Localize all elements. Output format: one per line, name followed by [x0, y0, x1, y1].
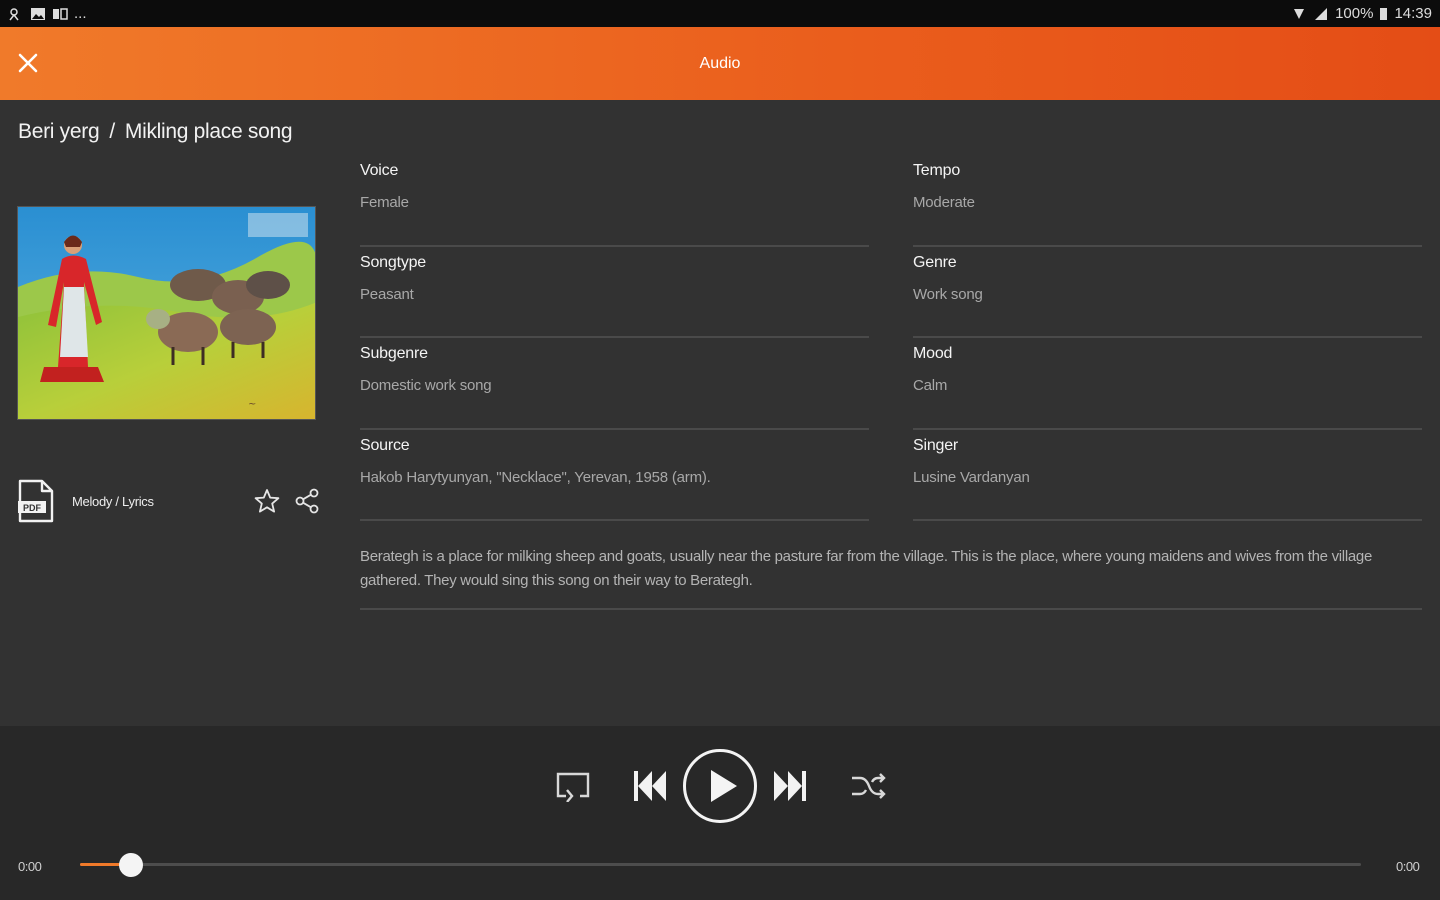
song-details: Voice Female Tempo Moderate Songtype Pea… [360, 155, 1422, 610]
progress-slider[interactable] [80, 853, 1361, 877]
breadcrumb-parent[interactable]: Beri yerg [18, 120, 100, 144]
status-overflow: ... [74, 5, 87, 22]
share-icon[interactable] [294, 488, 320, 514]
detail-singer: Singer Lusine Vardanyan [913, 430, 1422, 521]
melody-lyrics-label[interactable]: Melody / Lyrics [72, 494, 254, 509]
detail-source: Source Hakob Harytyunyan, "Necklace", Ye… [360, 430, 869, 521]
wifi-icon [1294, 8, 1305, 19]
signal-icon [1315, 7, 1328, 20]
app-bar: Audio [0, 27, 1440, 100]
app-icon [53, 7, 68, 20]
detail-value: Moderate [913, 194, 975, 211]
detail-value: Domestic work song [360, 377, 492, 394]
app-bar-title: Audio [699, 54, 741, 72]
album-artwork: ~ [17, 206, 316, 420]
star-icon[interactable] [254, 488, 280, 514]
total-duration: 0:00 [1396, 859, 1420, 874]
detail-value: Lusine Vardanyan [913, 468, 1030, 486]
detail-songtype: Songtype Peasant [360, 247, 869, 338]
shuffle-icon[interactable] [850, 772, 888, 800]
status-time: 14:39 [1394, 5, 1432, 22]
battery-percent: 100% [1335, 5, 1374, 22]
artwork-painting: ~ [18, 207, 315, 419]
breadcrumb-separator: / [109, 120, 115, 143]
pdf-icon[interactable]: PDF [16, 479, 56, 523]
detail-value: Calm [913, 377, 948, 394]
breadcrumb-current: Mikling place song [124, 120, 293, 143]
status-right: 100% 14:39 [1291, 5, 1432, 22]
detail-genre: Genre Work song [913, 247, 1422, 338]
song-description: Berategh is a place for milking sheep an… [360, 545, 1422, 610]
elapsed-time: 0:00 [18, 859, 42, 874]
next-track-icon[interactable] [772, 768, 808, 804]
detail-tempo: Tempo Moderate [913, 155, 1422, 247]
detail-value: Peasant [360, 285, 414, 303]
details-grid: Voice Female Tempo Moderate Songtype Pea… [360, 155, 1422, 521]
detail-key: Source [360, 436, 410, 454]
detail-subgenre: Subgenre Domestic work song [360, 338, 869, 430]
pdf-icon-text: PDF [23, 503, 42, 513]
progress-thumb[interactable] [119, 853, 144, 877]
play-button[interactable] [682, 748, 758, 824]
detail-value: Work song [913, 285, 983, 303]
previous-track-icon[interactable] [632, 768, 668, 804]
status-bar: ... 100% 14:39 [0, 0, 1440, 27]
detail-key: Songtype [360, 253, 427, 271]
play-icon [711, 770, 737, 802]
detail-value: Hakob Harytyunyan, "Necklace", Yerevan, … [360, 468, 711, 486]
artwork-signature: ~ [248, 399, 256, 410]
melody-lyrics-row: PDF Melody / Lyrics [16, 478, 320, 524]
status-left: ... [8, 5, 87, 22]
detail-key: Subgenre [360, 345, 428, 362]
breadcrumb: Beri yerg / Mikling place song [18, 120, 293, 144]
detail-key: Tempo [913, 162, 961, 179]
repeat-icon[interactable] [555, 770, 591, 802]
detail-key: Voice [360, 162, 399, 179]
image-icon [31, 7, 45, 20]
audio-player: 0:00 0:00 [0, 726, 1440, 900]
detail-value: Female [360, 194, 409, 211]
battery-icon [1380, 7, 1388, 20]
close-icon[interactable] [14, 49, 42, 77]
detail-key: Mood [913, 345, 953, 362]
detail-key: Genre [913, 253, 957, 271]
detail-voice: Voice Female [360, 155, 869, 247]
detail-key: Singer [913, 436, 959, 454]
detail-mood: Mood Calm [913, 338, 1422, 430]
notification-icon [9, 7, 19, 20]
